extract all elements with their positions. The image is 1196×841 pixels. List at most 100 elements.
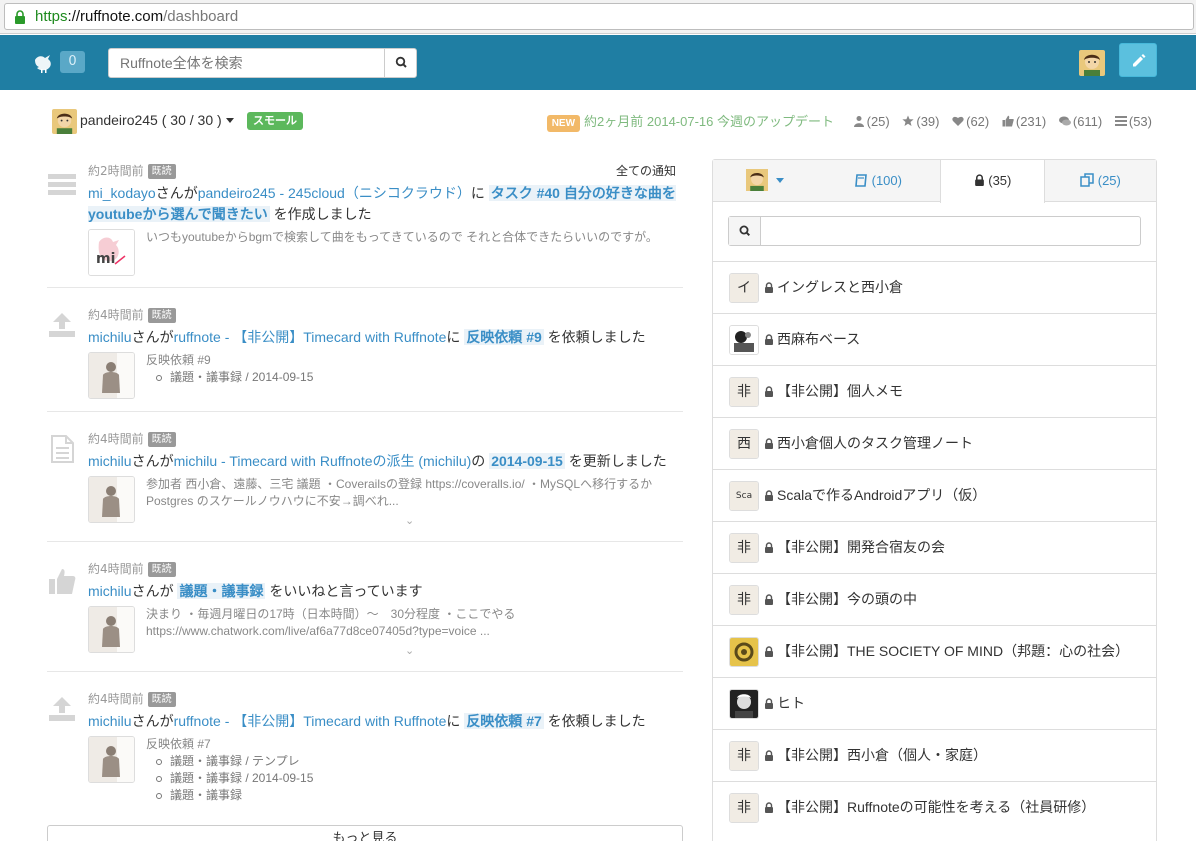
project-link[interactable]: ruffnote - 【非公開】Timecard with Ruffnote: [174, 329, 447, 345]
search-icon: [395, 56, 407, 68]
tab-shared-notebooks[interactable]: (25): [1045, 160, 1156, 202]
actor-link[interactable]: michilu: [88, 453, 132, 469]
notebook-title: 【非公開】今の頭の中: [777, 591, 917, 607]
stat-likes[interactable]: (231): [1002, 114, 1046, 129]
update-link[interactable]: 約2ヶ月前 2014-07-16 今週のアップデート: [584, 114, 834, 129]
notebook-panel: (100) (35) (25) イ イングレスと西小倉 西麻布ベース 非 【非公…: [712, 159, 1157, 841]
michilu-avatar-image: [89, 737, 134, 782]
merge-request-link[interactable]: 反映依頼 #7: [464, 713, 544, 729]
top-navbar: 0: [0, 35, 1196, 90]
notebook-title: 【非公開】THE SOCIETY OF MIND（邦題：心の社会）: [777, 643, 1130, 659]
activity-feed: 全ての通知 約2時間前 既読 mi_kodayoさんがpandeiro245 - …: [47, 148, 683, 812]
stat-stars[interactable]: (39): [902, 114, 940, 129]
document-icon: [51, 435, 74, 463]
snippet-title: 反映依頼 #7: [146, 737, 211, 751]
notebook-thumbnail: [729, 637, 759, 667]
notebook-title: 西麻布ベース: [777, 331, 861, 347]
lock-icon: [765, 750, 773, 761]
search-icon: [739, 225, 751, 237]
actor-link[interactable]: michilu: [88, 583, 132, 599]
michilu-avatar-image: [89, 353, 134, 398]
stat-comments[interactable]: (611): [1058, 114, 1102, 129]
comments-icon: [1058, 116, 1071, 126]
feed-item-time: 約4時間前: [88, 308, 144, 322]
notebook-item[interactable]: Sca Scalaで作るAndroidアプリ（仮）: [713, 469, 1156, 521]
actor-link[interactable]: michilu: [88, 713, 132, 729]
new-note-button[interactable]: [1119, 43, 1157, 77]
stat-notes[interactable]: (53): [1114, 114, 1152, 129]
tab-all-notebooks[interactable]: (100): [817, 160, 940, 202]
feed-item-snippet: いつもyoutubeからbgmで検索して曲をもってきているので それと合体できた…: [146, 230, 658, 244]
new-badge: NEW: [546, 115, 581, 132]
stat-users[interactable]: (25): [853, 114, 890, 129]
search-button[interactable]: [384, 48, 417, 78]
user-avatar-nav[interactable]: [1079, 50, 1105, 76]
actor-link[interactable]: michilu: [88, 329, 132, 345]
avatar-image: [52, 109, 77, 134]
feed-item-headline: mi_kodayoさんがpandeiro245 - 245cloud（ニシコクラ…: [88, 185, 676, 222]
avatar-image: [746, 169, 769, 191]
notebook-title: 【非公開】Ruffnoteの可能性を考える（社員研修）: [777, 799, 1096, 815]
avatar-image: [1079, 50, 1105, 76]
stat-hearts[interactable]: (62): [952, 114, 989, 129]
expand-chevron-icon[interactable]: ⌄: [405, 514, 414, 527]
actor-thumbnail[interactable]: [88, 352, 135, 399]
actor-thumbnail[interactable]: mi: [88, 229, 135, 276]
feed-item: 約4時間前 既読 michiluさんがruffnote - 【非公開】Timeca…: [47, 288, 683, 412]
notebook-thumbnail: 非: [729, 533, 759, 563]
read-badge: 既読: [147, 562, 176, 577]
lock-icon: [765, 438, 773, 449]
notebook-item[interactable]: 【非公開】THE SOCIETY OF MIND（邦題：心の社会）: [713, 625, 1156, 677]
copy-icon: [1080, 173, 1094, 187]
notebook-thumbnail: イ: [729, 273, 759, 303]
notebook-title: ヒト: [777, 695, 805, 711]
upload-icon: [49, 697, 75, 721]
feed-item-headline: michiluさんがruffnote - 【非公開】Timecard with …: [88, 329, 646, 345]
note-link[interactable]: 議題・議事録: [177, 583, 266, 599]
book-icon: [855, 174, 867, 187]
lock-icon: [765, 386, 773, 397]
url-field[interactable]: https://ruffnote.com/dashboard: [4, 3, 1194, 30]
project-link[interactable]: michilu - Timecard with Ruffnoteの派生 (mic…: [174, 453, 472, 469]
user-avatar[interactable]: [52, 109, 77, 134]
feed-item: 約4時間前 既読 michiluさんがmichilu - Timecard wit…: [47, 412, 683, 542]
notebook-item[interactable]: 非 【非公開】開発合宿友の会: [713, 521, 1156, 573]
actor-link[interactable]: mi_kodayo: [88, 185, 156, 201]
expand-chevron-icon[interactable]: ⌄: [405, 644, 414, 657]
feed-item-meta: 約4時間前 既読: [88, 690, 176, 707]
notebook-title: 【非公開】開発合宿友の会: [777, 539, 945, 555]
book-cover-image: [730, 638, 758, 666]
pencil-icon: [1133, 54, 1146, 67]
notebook-item[interactable]: 非 【非公開】今の頭の中: [713, 573, 1156, 625]
project-link[interactable]: ruffnote - 【非公開】Timecard with Ruffnote: [174, 713, 447, 729]
heart-icon: [952, 116, 964, 126]
notebook-item[interactable]: 非 【非公開】西小倉（個人・家庭）: [713, 729, 1156, 781]
notebook-item[interactable]: 非 【非公開】個人メモ: [713, 365, 1156, 417]
lock-icon: [765, 594, 773, 605]
feed-item-meta: 約2時間前 既読: [88, 162, 176, 179]
actor-thumbnail[interactable]: [88, 736, 135, 783]
notebook-item[interactable]: 西麻布ベース: [713, 313, 1156, 365]
notebook-item[interactable]: 西 西小倉個人のタスク管理ノート: [713, 417, 1156, 469]
tab-user-switch[interactable]: [713, 160, 817, 202]
project-link[interactable]: pandeiro245 - 245cloud（ニシコクラウド）: [198, 185, 471, 201]
feed-item-time: 約4時間前: [88, 562, 144, 576]
actor-thumbnail[interactable]: [88, 606, 135, 653]
merge-request-link[interactable]: 反映依頼 #9: [464, 329, 544, 345]
global-search: [108, 48, 417, 78]
page-link[interactable]: 2014-09-15: [489, 453, 565, 469]
notebook-item[interactable]: イ イングレスと西小倉: [713, 261, 1156, 313]
ruffnote-bird-logo-icon[interactable]: [32, 50, 56, 74]
notebook-item[interactable]: ヒト: [713, 677, 1156, 729]
notebook-item[interactable]: 非 【非公開】Ruffnoteの可能性を考える（社員研修）: [713, 781, 1156, 833]
tab-private-notebooks[interactable]: (35): [940, 160, 1045, 203]
lock-icon: [765, 490, 773, 501]
list-icon: [1114, 116, 1127, 126]
global-search-input[interactable]: [109, 49, 385, 77]
notification-count-badge[interactable]: 0: [60, 51, 85, 73]
load-more-button[interactable]: もっと見る: [47, 825, 683, 841]
user-menu-toggle[interactable]: pandeiro245 ( 30 / 30 ): [80, 112, 234, 128]
notebook-thumbnail: 非: [729, 377, 759, 407]
notebook-search-button[interactable]: [729, 217, 761, 245]
actor-thumbnail[interactable]: [88, 476, 135, 523]
